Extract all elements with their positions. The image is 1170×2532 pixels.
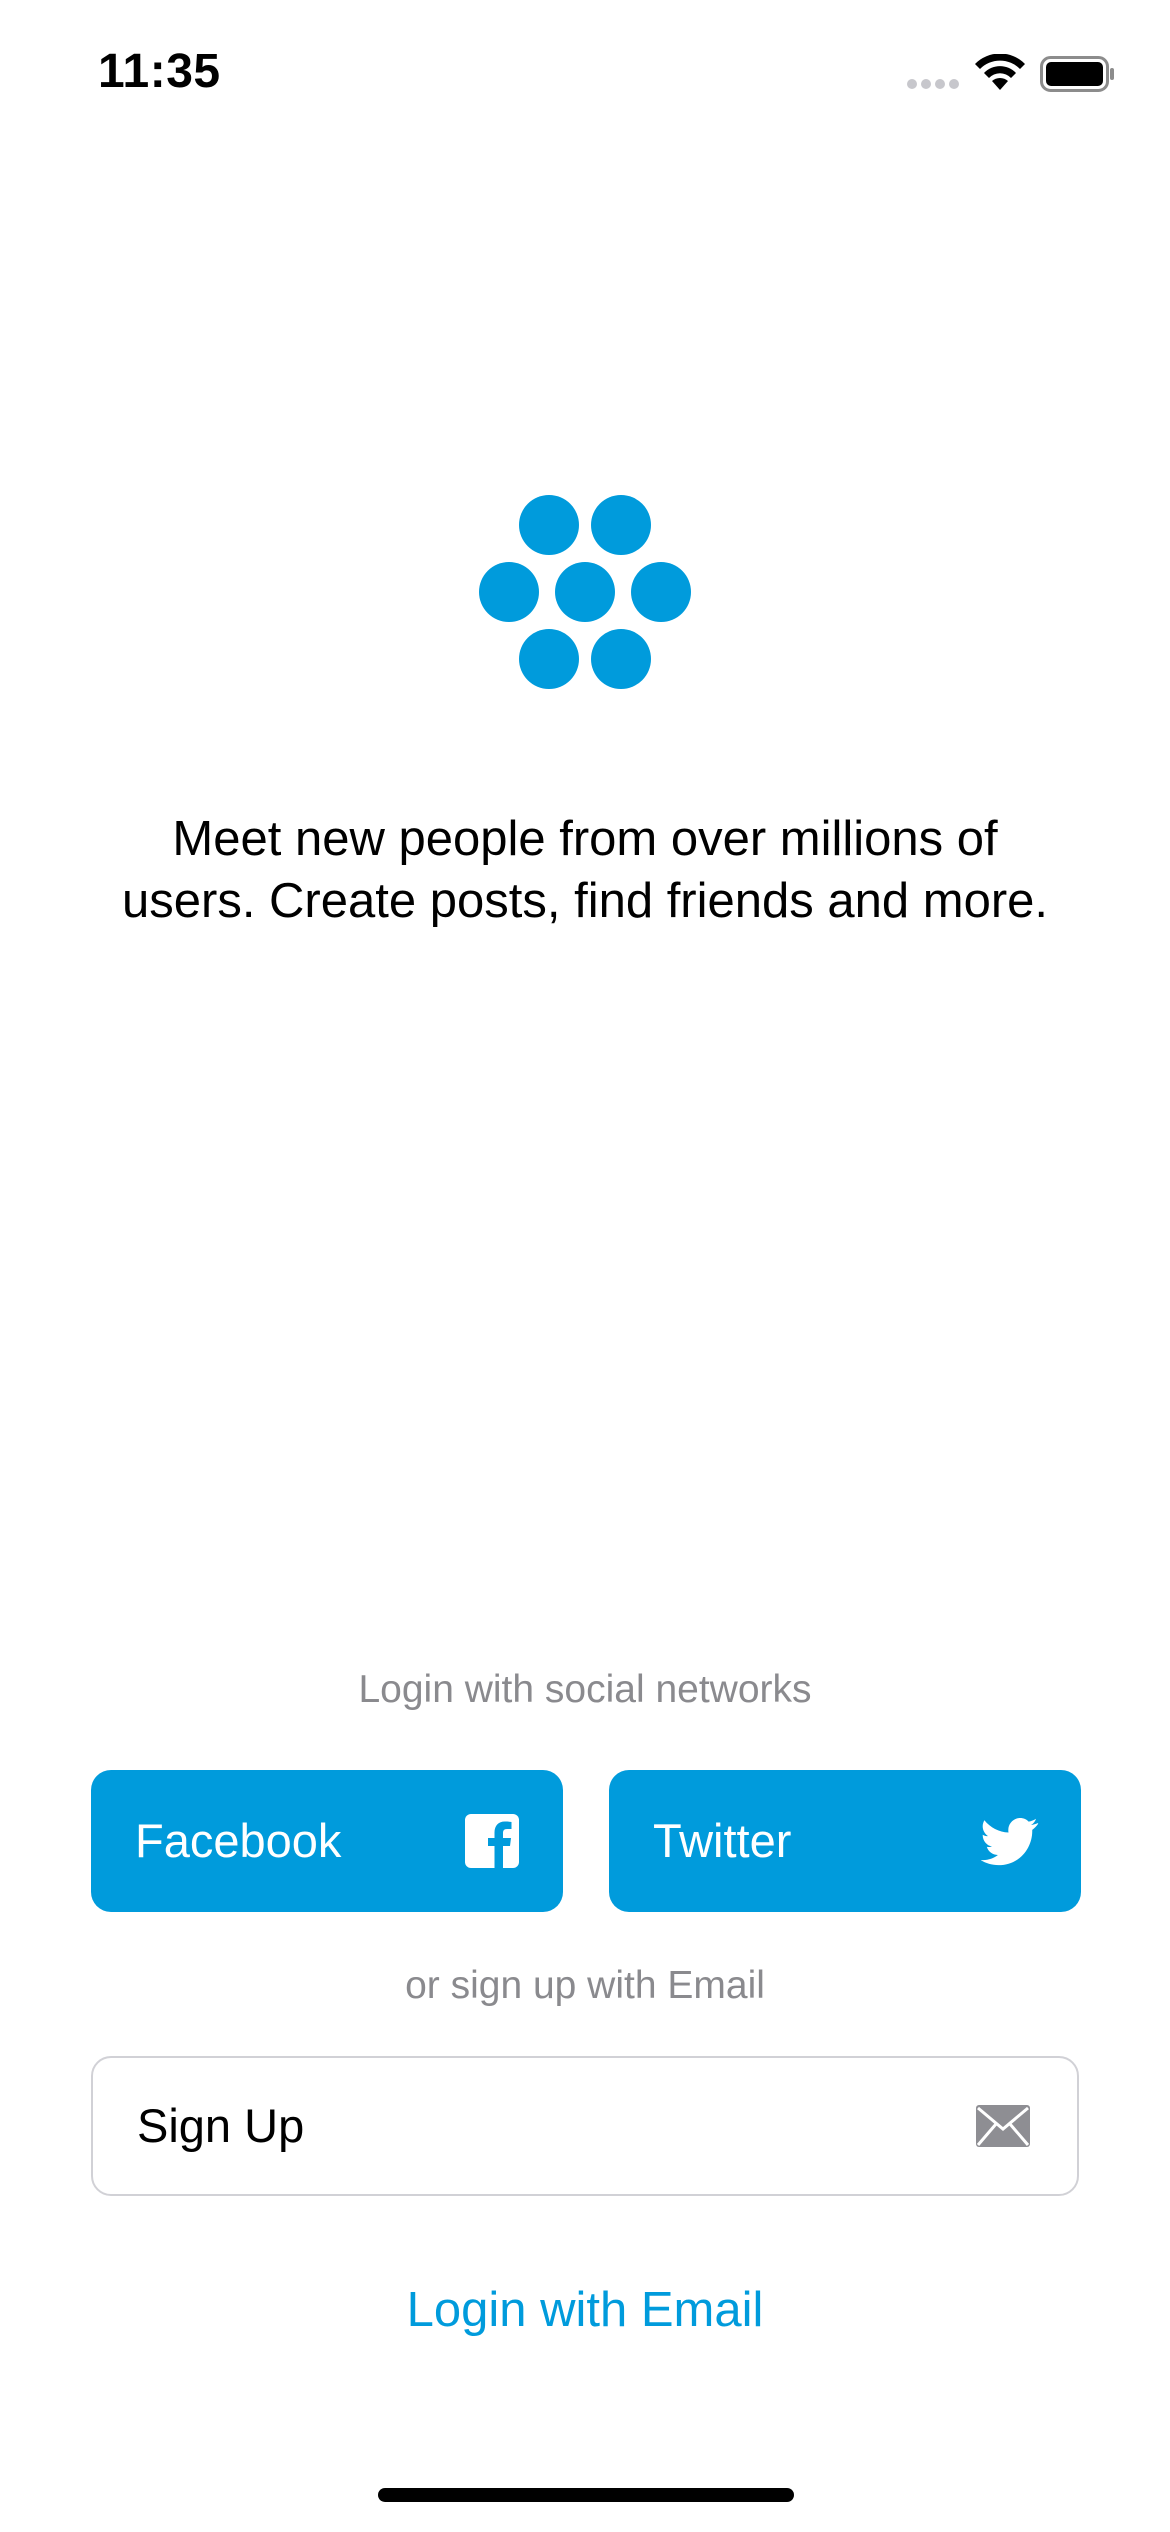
tagline-line-2: users. Create posts, find friends and mo… xyxy=(122,874,1048,928)
envelope-icon xyxy=(976,2105,1030,2147)
signal-dots-icon xyxy=(907,79,959,89)
twitter-button-label: Twitter xyxy=(653,1814,792,1867)
facebook-button[interactable]: Facebook xyxy=(91,1770,563,1912)
status-bar: 11:35 xyxy=(0,0,1170,150)
twitter-button[interactable]: Twitter xyxy=(609,1770,1081,1912)
dots-cluster-logo xyxy=(479,495,691,689)
wifi-icon xyxy=(975,54,1025,90)
twitter-bird-icon xyxy=(981,1818,1039,1866)
battery-icon xyxy=(1040,56,1114,92)
sign-up-button[interactable]: Sign Up xyxy=(91,2056,1079,2196)
home-indicator[interactable] xyxy=(378,2488,794,2502)
facebook-icon xyxy=(465,1814,519,1868)
sign-up-label: Sign Up xyxy=(137,2099,305,2152)
tagline: Meet new people from over millions of us… xyxy=(60,808,1110,932)
status-time: 11:35 xyxy=(98,45,221,98)
tagline-line-1: Meet new people from over millions of xyxy=(172,812,998,866)
login-with-email-link[interactable]: Login with Email xyxy=(0,2282,1170,2338)
facebook-button-label: Facebook xyxy=(135,1814,342,1867)
email-signup-label: or sign up with Email xyxy=(405,1964,765,2007)
social-login-label: Login with social networks xyxy=(358,1668,812,1711)
